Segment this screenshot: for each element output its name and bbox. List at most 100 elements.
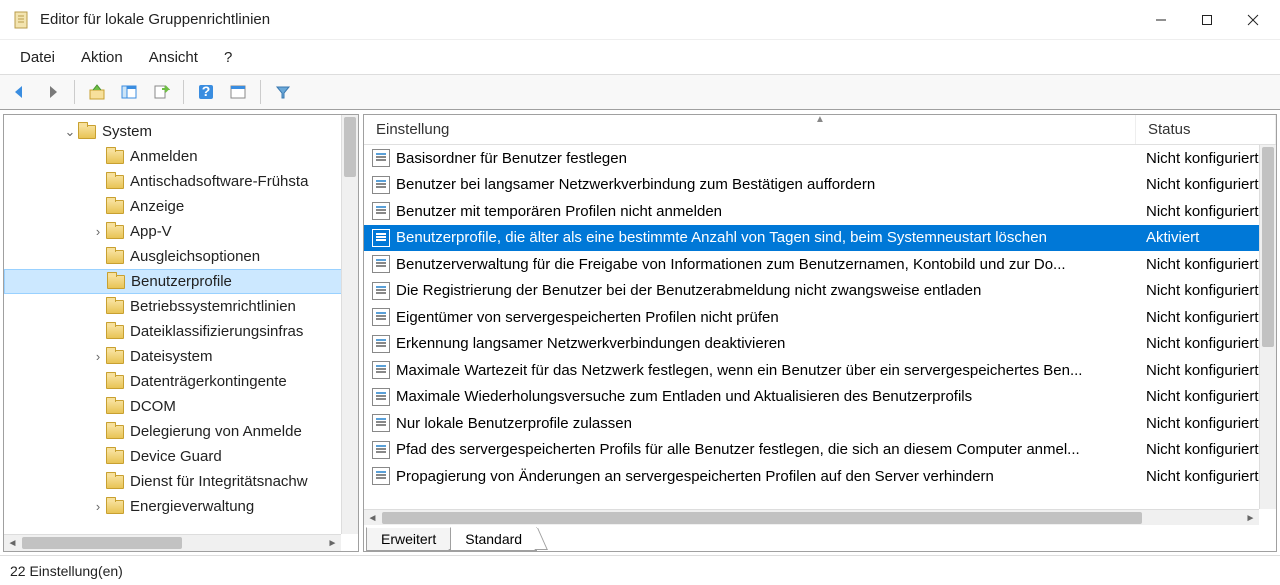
setting-name: Propagierung von Änderungen an serverges… bbox=[396, 468, 1146, 485]
setting-status: Nicht konfiguriert bbox=[1146, 362, 1276, 379]
folder-icon bbox=[106, 250, 124, 264]
help-button[interactable]: ? bbox=[192, 78, 220, 106]
toolbar-separator bbox=[260, 80, 261, 104]
tab-extended[interactable]: Erweitert bbox=[366, 527, 451, 551]
setting-status: Nicht konfiguriert bbox=[1146, 441, 1276, 458]
folder-icon bbox=[106, 400, 124, 414]
status-text: 22 Einstellung(en) bbox=[10, 563, 123, 579]
folder-icon bbox=[106, 500, 124, 514]
folder-icon bbox=[106, 150, 124, 164]
title-bar: Editor für lokale Gruppenrichtlinien bbox=[0, 0, 1280, 40]
sort-indicator-icon: ▲ bbox=[815, 114, 825, 125]
export-button[interactable] bbox=[147, 78, 175, 106]
list-row[interactable]: Benutzerprofile, die älter als eine best… bbox=[364, 225, 1276, 252]
setting-status: Nicht konfiguriert bbox=[1146, 150, 1276, 167]
column-header-setting[interactable]: Einstellung bbox=[364, 115, 1136, 144]
setting-name: Die Registrierung der Benutzer bei der B… bbox=[396, 282, 1146, 299]
policy-icon bbox=[372, 176, 390, 194]
tree[interactable]: ⌄ System AnmeldenAntischadsoftware-Frühs… bbox=[4, 115, 358, 523]
list-vertical-scrollbar[interactable] bbox=[1259, 145, 1276, 509]
setting-status: Nicht konfiguriert bbox=[1146, 335, 1276, 352]
tree-vertical-scrollbar[interactable] bbox=[341, 115, 358, 534]
policy-icon bbox=[372, 388, 390, 406]
menu-help[interactable]: ? bbox=[212, 43, 244, 72]
show-hide-tree-button[interactable] bbox=[115, 78, 143, 106]
scroll-right-button[interactable]: ► bbox=[324, 535, 341, 551]
tree-label: Anzeige bbox=[130, 198, 184, 215]
folder-icon bbox=[106, 300, 124, 314]
list-row[interactable]: Pfad des servergespeicherten Profils für… bbox=[364, 437, 1276, 464]
tree-item[interactable]: Device Guard bbox=[4, 444, 358, 469]
tree-item[interactable]: Delegierung von Anmelde bbox=[4, 419, 358, 444]
list-row[interactable]: Eigentümer von servergespeicherten Profi… bbox=[364, 304, 1276, 331]
up-button[interactable] bbox=[83, 78, 111, 106]
tree-horizontal-scrollbar[interactable]: ◄ ► bbox=[4, 534, 341, 551]
list-row[interactable]: Die Registrierung der Benutzer bei der B… bbox=[364, 278, 1276, 305]
policy-icon bbox=[372, 229, 390, 247]
list-row[interactable]: Maximale Wartezeit für das Netzwerk fest… bbox=[364, 357, 1276, 384]
tree-item[interactable]: › Energieverwaltung bbox=[4, 494, 358, 519]
column-header-status[interactable]: Status bbox=[1136, 115, 1276, 144]
status-bar: 22 Einstellung(en) bbox=[0, 555, 1280, 585]
setting-name: Eigentümer von servergespeicherten Profi… bbox=[396, 309, 1146, 326]
setting-name: Maximale Wiederholungsversuche zum Entla… bbox=[396, 388, 1146, 405]
tree-item[interactable]: Datenträgerkontingente bbox=[4, 369, 358, 394]
tree-label: Energieverwaltung bbox=[130, 498, 254, 515]
chevron-down-icon[interactable]: ⌄ bbox=[62, 124, 78, 140]
tree-item-system[interactable]: ⌄ System bbox=[4, 119, 358, 144]
menu-action[interactable]: Aktion bbox=[69, 43, 135, 72]
tree-item[interactable]: Benutzerprofile bbox=[4, 269, 358, 294]
maximize-button[interactable] bbox=[1184, 4, 1230, 36]
tree-item[interactable]: DCOM bbox=[4, 394, 358, 419]
chevron-right-icon[interactable]: › bbox=[90, 224, 106, 239]
tree-item[interactable]: ›Dateisystem bbox=[4, 344, 358, 369]
list-row[interactable]: Benutzer bei langsamer Netzwerkverbindun… bbox=[364, 172, 1276, 199]
setting-name: Pfad des servergespeicherten Profils für… bbox=[396, 441, 1146, 458]
tree-item[interactable]: Anzeige bbox=[4, 194, 358, 219]
filter-button[interactable] bbox=[269, 78, 297, 106]
list-horizontal-scrollbar[interactable]: ◄ ► bbox=[364, 509, 1259, 526]
settings-list[interactable]: Basisordner für Benutzer festlegenNicht … bbox=[364, 145, 1276, 551]
menu-file[interactable]: Datei bbox=[8, 43, 67, 72]
tree-item[interactable]: Betriebssystemrichtlinien bbox=[4, 294, 358, 319]
policy-icon bbox=[372, 255, 390, 273]
tree-item[interactable]: › App-V bbox=[4, 219, 358, 244]
scroll-right-button[interactable]: ► bbox=[1242, 510, 1259, 526]
list-row[interactable]: Propagierung von Änderungen an serverges… bbox=[364, 463, 1276, 490]
list-row[interactable]: Benutzer mit temporären Profilen nicht a… bbox=[364, 198, 1276, 225]
folder-icon bbox=[78, 125, 96, 139]
scroll-left-button[interactable]: ◄ bbox=[364, 510, 381, 526]
tree-item[interactable]: Dateiklassifizierungsinfras bbox=[4, 319, 358, 344]
folder-icon bbox=[106, 475, 124, 489]
folder-icon bbox=[106, 225, 124, 239]
list-row[interactable]: Maximale Wiederholungsversuche zum Entla… bbox=[364, 384, 1276, 411]
chevron-right-icon[interactable]: › bbox=[90, 349, 106, 364]
main-split: ⌄ System AnmeldenAntischadsoftware-Frühs… bbox=[0, 110, 1280, 555]
menu-view[interactable]: Ansicht bbox=[137, 43, 210, 72]
list-row[interactable]: Nur lokale Benutzerprofile zulassenNicht… bbox=[364, 410, 1276, 437]
tab-standard[interactable]: Standard bbox=[450, 527, 537, 551]
toolbar-separator bbox=[74, 80, 75, 104]
window-title: Editor für lokale Gruppenrichtlinien bbox=[40, 11, 1138, 28]
tree-label: Device Guard bbox=[130, 448, 222, 465]
folder-icon bbox=[106, 175, 124, 189]
properties-button[interactable] bbox=[224, 78, 252, 106]
list-row[interactable]: Benutzerverwaltung für die Freigabe von … bbox=[364, 251, 1276, 278]
tree-item[interactable]: Ausgleichsoptionen bbox=[4, 244, 358, 269]
back-button[interactable] bbox=[6, 78, 34, 106]
tree-label: Benutzerprofile bbox=[131, 273, 232, 290]
list-row[interactable]: Basisordner für Benutzer festlegenNicht … bbox=[364, 145, 1276, 172]
chevron-right-icon[interactable]: › bbox=[90, 499, 106, 514]
forward-button[interactable] bbox=[38, 78, 66, 106]
tree-label: App-V bbox=[130, 223, 172, 240]
setting-status: Nicht konfiguriert bbox=[1146, 468, 1276, 485]
list-row[interactable]: Erkennung langsamer Netzwerkverbindungen… bbox=[364, 331, 1276, 358]
minimize-button[interactable] bbox=[1138, 4, 1184, 36]
app-icon bbox=[12, 10, 32, 30]
close-button[interactable] bbox=[1230, 4, 1276, 36]
setting-status: Nicht konfiguriert bbox=[1146, 203, 1276, 220]
tree-item[interactable]: Dienst für Integritätsnachw bbox=[4, 469, 358, 494]
tree-item[interactable]: Anmelden bbox=[4, 144, 358, 169]
scroll-left-button[interactable]: ◄ bbox=[4, 535, 21, 551]
tree-item[interactable]: Antischadsoftware-Frühsta bbox=[4, 169, 358, 194]
